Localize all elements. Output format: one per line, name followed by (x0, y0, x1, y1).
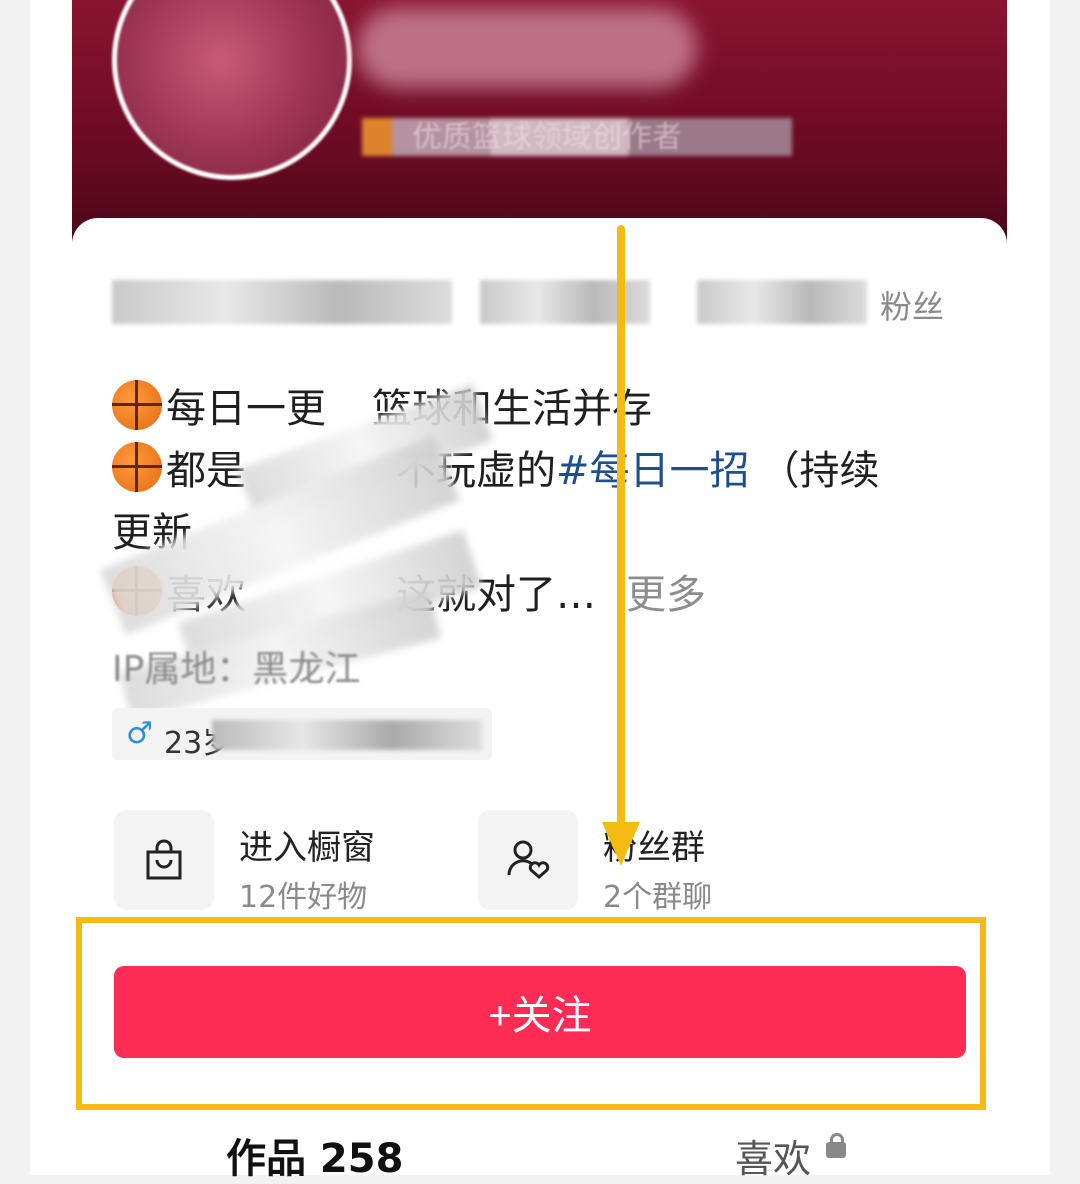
profile-header: 优质篮球领域创作者 (72, 0, 1007, 250)
bio-text-segment: （持续 (759, 448, 880, 494)
basketball-icon (112, 380, 162, 430)
bio-text: 每日一更篮球和生活并存 都是不玩虚的#每日一招（持续 更新 喜欢这就对了…更多 (112, 378, 972, 626)
bio-text-segment: 每日一更 (166, 386, 326, 432)
shop-window-entry[interactable]: 进入橱窗 12件好物 (114, 810, 444, 915)
stats-row: 获赞 关注 粉丝 (112, 270, 972, 330)
annotation-arrow-head (602, 822, 640, 866)
lock-icon (826, 1133, 846, 1158)
bio-text-segment: 都是 (166, 448, 246, 494)
profile-tabs: 作品 258 喜欢 (0, 1118, 1080, 1182)
hashtag-link[interactable]: #每日一招 (556, 448, 750, 494)
tab-works[interactable]: 作品 258 (226, 1126, 403, 1184)
more-link[interactable]: 更多 (626, 572, 706, 618)
fan-group-entry[interactable]: 粉丝群 2个群聊 (478, 810, 808, 915)
followers-label[interactable]: 粉丝 (880, 282, 944, 328)
shop-window-subtitle: 12件好物 (239, 880, 368, 915)
ip-location: IP属地：黑龙江 (112, 649, 361, 690)
fan-group-icon (478, 810, 578, 910)
profile-tags: ♂ 23岁 (112, 708, 492, 761)
follow-button[interactable]: +关注 (114, 966, 966, 1058)
tags-blurred (212, 720, 482, 750)
followers-count-blurred[interactable] (697, 280, 867, 324)
certification-tag-text: 优质篮球领域创作者 (412, 120, 682, 155)
shopping-bag-icon (114, 810, 214, 910)
username-blurred (357, 8, 697, 88)
basketball-icon (112, 442, 162, 492)
annotation-arrow (617, 225, 625, 830)
shop-window-title: 进入橱窗 (239, 828, 375, 868)
avatar[interactable] (112, 0, 352, 180)
bio-line: 每日一更 篮球和生活并存 (112, 378, 972, 440)
gender-icon: ♂ (126, 716, 153, 751)
fan-group-subtitle: 2个群聊 (603, 880, 713, 915)
